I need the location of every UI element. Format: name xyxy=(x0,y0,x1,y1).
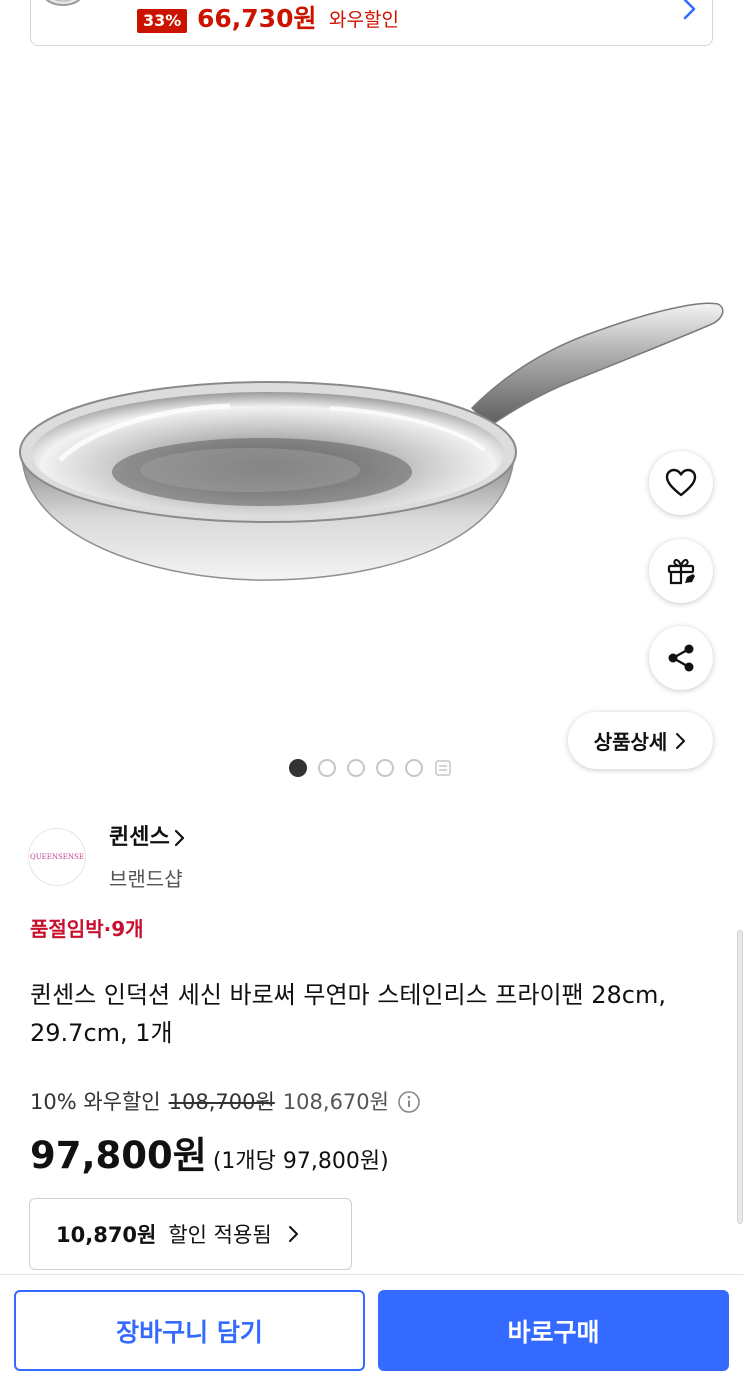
chevron-right-icon xyxy=(288,1226,298,1242)
banner-price-suffix: 와우할인 xyxy=(329,9,399,31)
product-detail-button[interactable]: 상품상세 xyxy=(568,712,713,769)
share-button[interactable] xyxy=(649,626,713,690)
heart-icon xyxy=(665,468,697,497)
carousel-dot[interactable] xyxy=(405,759,423,777)
discount-applied-label: 할인 적용됨 xyxy=(168,1223,272,1247)
discount-badge: 33% xyxy=(137,9,188,33)
brand-subtitle: 브랜드샵 xyxy=(109,867,183,891)
carousel-dot[interactable] xyxy=(289,759,307,777)
pan-thumbnail-icon xyxy=(45,0,81,6)
wow-discount-label: 10% 와우할인 xyxy=(30,1090,161,1114)
brand-logo-text: QUEENSENSE xyxy=(30,853,84,861)
banner-price: 66,730원 xyxy=(197,4,317,33)
final-price: 97,800원 xyxy=(30,1134,207,1177)
carousel-dot[interactable] xyxy=(347,759,365,777)
share-icon xyxy=(668,644,694,672)
unit-price: (1개당 97,800원) xyxy=(212,1149,389,1174)
chevron-right-icon xyxy=(174,829,184,847)
product-detail-label: 상품상세 xyxy=(593,730,668,754)
product-image[interactable] xyxy=(0,290,743,590)
scrollbar[interactable] xyxy=(737,930,743,1224)
original-price: 108,700원 xyxy=(168,1090,275,1114)
chevron-right-icon xyxy=(676,732,686,749)
gift-icon xyxy=(667,558,695,585)
carousel-indicator xyxy=(289,759,452,777)
gift-button[interactable] xyxy=(649,539,713,603)
carousel-dot[interactable] xyxy=(376,759,394,777)
bottom-action-bar: 장바구니 담기 바로구매 xyxy=(0,1274,743,1381)
stock-alert: 품절임박·9개 xyxy=(30,917,144,941)
coupon-price: 108,670원 xyxy=(282,1090,389,1114)
add-to-cart-button[interactable]: 장바구니 담기 xyxy=(14,1290,365,1371)
final-price-row: 97,800원 (1개당 97,800원) xyxy=(30,1130,389,1182)
carousel-dot[interactable] xyxy=(318,759,336,777)
grid-view-icon[interactable] xyxy=(434,759,452,777)
related-product-banner[interactable]: 33% 66,730원 와우할인 xyxy=(30,0,713,46)
original-price-row: 10% 와우할인 108,700원 108,670원 xyxy=(30,1086,421,1118)
discount-applied-button[interactable]: 10,870원 할인 적용됨 xyxy=(29,1198,352,1270)
brand-name-link[interactable]: 퀸센스 xyxy=(109,823,186,853)
brand-name: 퀸센스 xyxy=(109,825,170,850)
product-title: 퀸센스 인덕션 세신 바로써 무연마 스테인리스 프라이팬 28cm, 29.7… xyxy=(30,981,666,1047)
brand-logo[interactable]: QUEENSENSE xyxy=(28,828,86,886)
wishlist-button[interactable] xyxy=(649,451,713,515)
buy-now-button[interactable]: 바로구매 xyxy=(378,1290,729,1371)
discount-amount: 10,870원 xyxy=(56,1223,157,1247)
info-icon[interactable] xyxy=(397,1090,421,1114)
chevron-right-icon xyxy=(683,0,696,20)
